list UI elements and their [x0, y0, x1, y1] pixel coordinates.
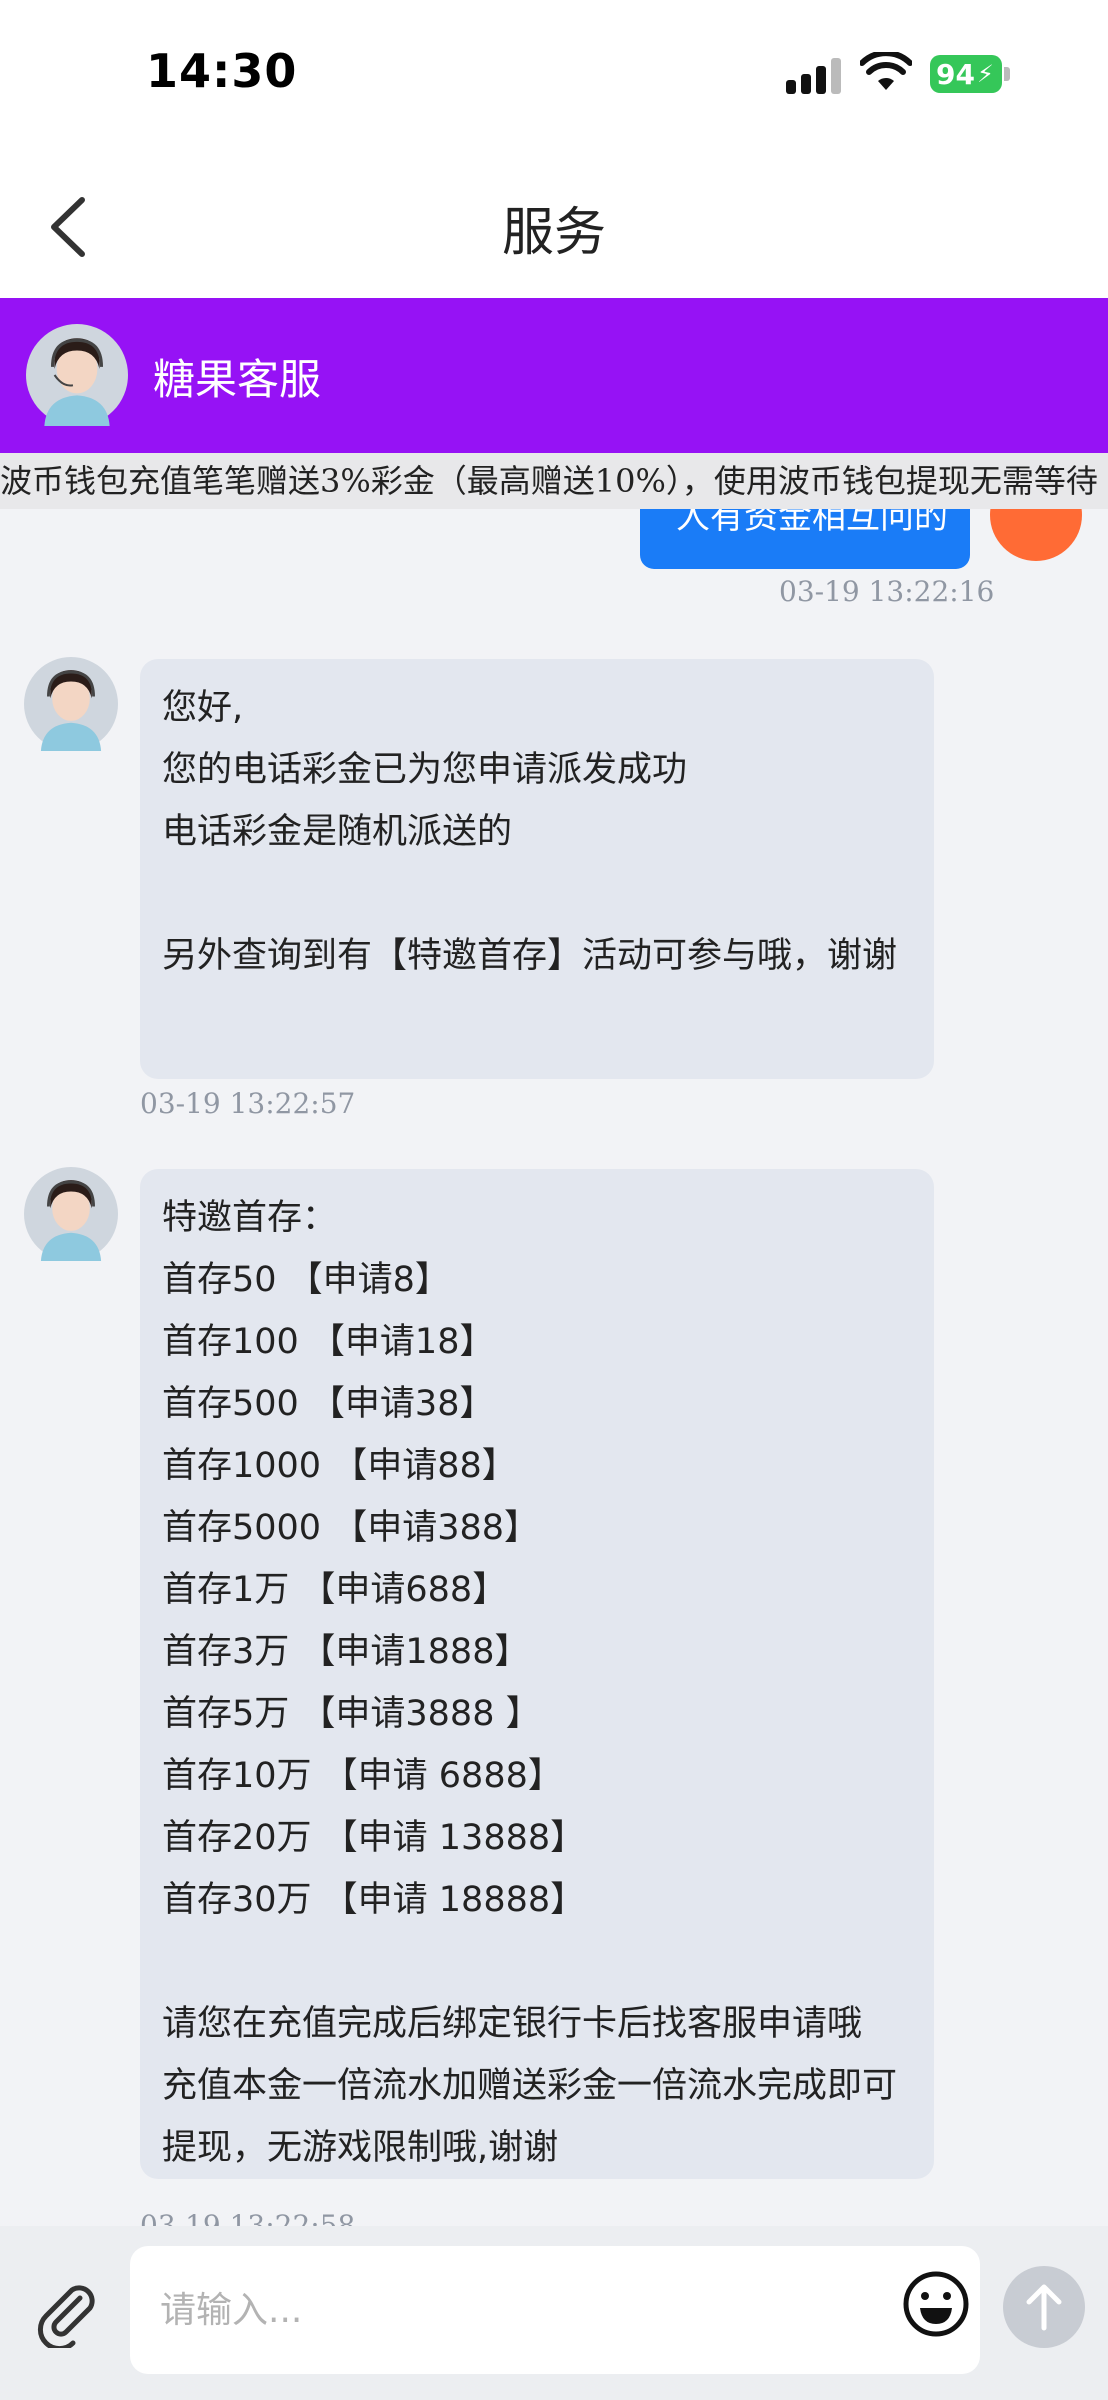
notice-text: 波币钱包充值笔笔赠送3%彩金（最高赠送10%），使用波币钱包提现无需等待 [0, 462, 1098, 500]
user-avatar [990, 509, 1082, 561]
input-bar [0, 2226, 1108, 2400]
battery-cap [1004, 67, 1010, 81]
message-line: 首存100 【申请18】 [162, 1322, 495, 1362]
message-timestamp: 03-19 13:22:58 [140, 2209, 356, 2226]
nav-bar: 服务 [0, 150, 1108, 298]
message-timestamp: 03-19 13:22:57 [140, 1087, 356, 1120]
sent-message-text: 人有资金相互问的 [676, 509, 948, 537]
message-line: 首存30万 【申请 18888】 [162, 1880, 586, 1920]
message-line: 首存20万 【申请 13888】 [162, 1818, 586, 1858]
received-message-bubble: 您好, 您的电话彩金已为您申请派发成功 电话彩金是随机派送的 另外查询到有【特邀… [140, 659, 934, 1079]
sent-message-bubble: 人有资金相互问的 [640, 509, 970, 569]
battery-level: 94 [936, 57, 975, 91]
signal-icon [786, 58, 844, 94]
message-line: 首存10万 【申请 6888】 [162, 1756, 563, 1796]
message-line [162, 863, 912, 925]
agent-avatar[interactable] [26, 324, 128, 426]
message-line: 另外查询到有【特邀首存】活动可参与哦，谢谢 [162, 936, 898, 976]
message-line: 首存3万 【申请1888】 [162, 1632, 530, 1672]
page-title: 服务 [501, 203, 606, 263]
message-line: 首存5000 【申请388】 [162, 1508, 540, 1548]
agent-avatar[interactable] [24, 1167, 118, 1261]
status-bar: 14:30 94 ⚡ [0, 0, 1108, 150]
chat-area[interactable]: 人有资金相互问的 03-19 13:22:16 您好, 您的电话彩金已为您申请派… [0, 509, 1108, 2226]
message-line [162, 1931, 912, 1993]
notice-marquee: 波币钱包充值笔笔赠送3%彩金（最高赠送10%），使用波币钱包提现无需等待 [0, 453, 1108, 509]
message-line: 充值本金一倍流水加赠送彩金一倍流水完成即可提现，无游戏限制哦,谢谢 [162, 2066, 898, 2168]
message-line: 首存50 【申请8】 [162, 1260, 450, 1300]
message-line: 首存1万 【申请688】 [162, 1570, 508, 1610]
emoji-icon[interactable] [902, 2270, 970, 2338]
received-message-bubble: 特邀首存： 首存50 【申请8】 首存100 【申请18】 首存500 【申请3… [140, 1169, 934, 2179]
status-time: 14:30 [146, 44, 298, 98]
message-line: 特邀首存： [162, 1198, 338, 1238]
message-line: 电话彩金是随机派送的 [162, 812, 513, 852]
wifi-icon [860, 52, 912, 90]
message-line: 请您在充值完成后绑定银行卡后找客服申请哦 [162, 2004, 863, 2044]
agent-header: 糖果客服 [0, 298, 1108, 453]
message-line: 首存5万 【申请3888 】 [162, 1694, 541, 1734]
message-line: 首存500 【申请38】 [162, 1384, 495, 1424]
agent-avatar[interactable] [24, 657, 118, 751]
send-arrow-icon [1026, 2284, 1062, 2331]
message-line: 首存1000 【申请88】 [162, 1446, 517, 1486]
paperclip-icon[interactable] [30, 2276, 102, 2348]
message-input[interactable] [130, 2246, 980, 2374]
battery-icon: 94 ⚡ [930, 55, 1002, 93]
message-line: 您的电话彩金已为您申请派发成功 [162, 750, 688, 790]
agent-name: 糖果客服 [153, 355, 322, 404]
message-timestamp: 03-19 13:22:16 [779, 575, 995, 608]
message-line: 您好, [162, 688, 244, 728]
send-button[interactable] [1003, 2266, 1085, 2348]
